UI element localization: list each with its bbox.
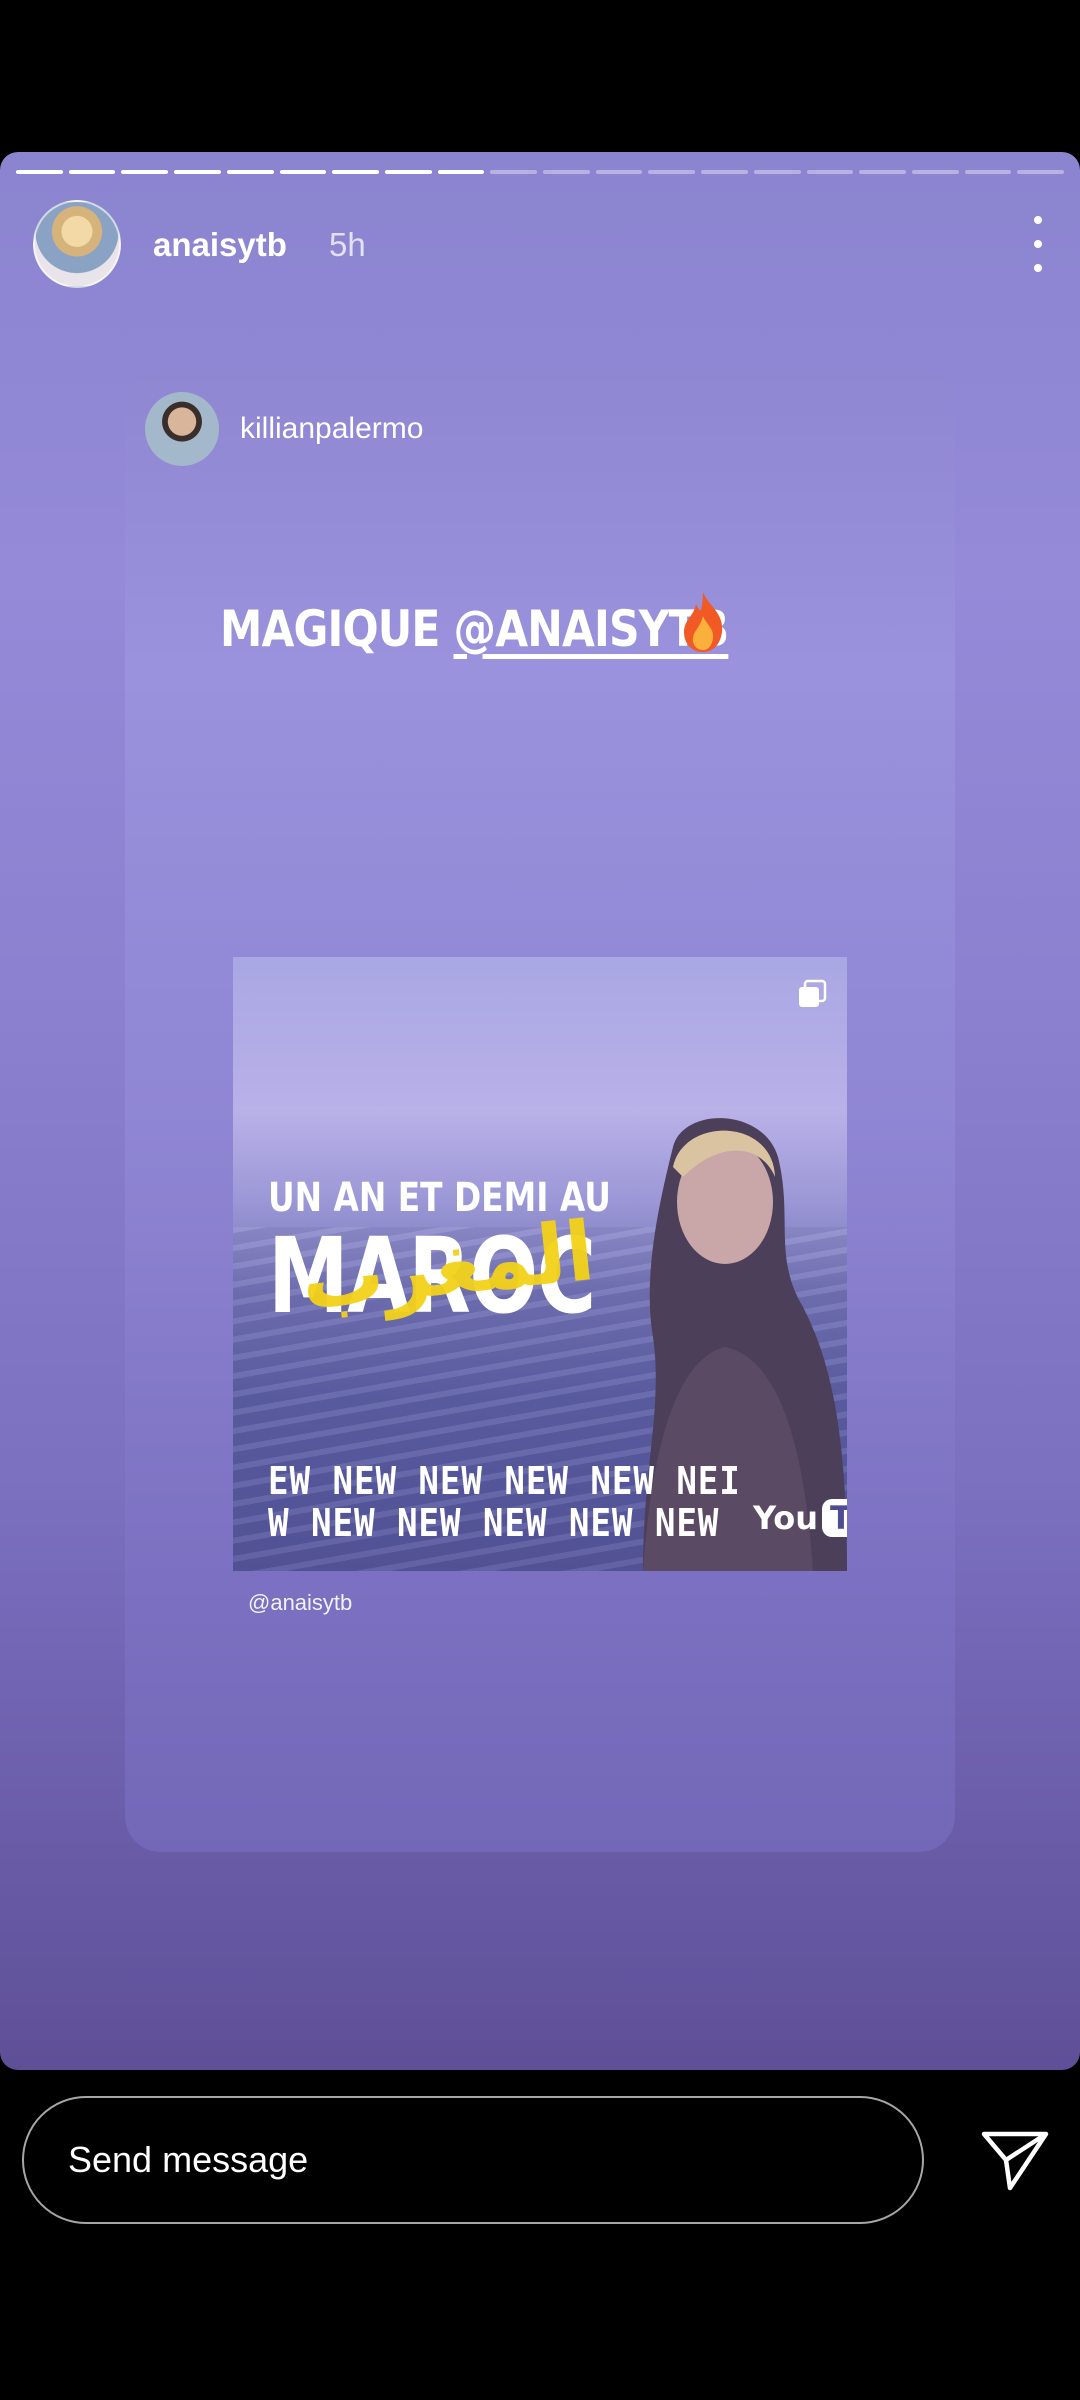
progress-segment	[543, 170, 590, 174]
progress-segment	[16, 170, 63, 174]
copy-icon	[799, 979, 827, 1007]
post-credit-handle[interactable]: @anaisytb	[248, 1590, 352, 1616]
story-viewer[interactable]: anaisytb 5h killianpalermo MAGIQUE @ANAI…	[0, 152, 1080, 2070]
send-icon[interactable]	[980, 2130, 1050, 2192]
fire-icon	[684, 592, 723, 652]
youtube-tube: Tube	[822, 1499, 847, 1537]
story-progress-bar	[16, 170, 1065, 175]
more-icon[interactable]	[1018, 216, 1058, 272]
post-ticker-line-2: W NEW NEW NEW NEW NEW	[268, 1501, 720, 1545]
progress-segment	[384, 170, 432, 174]
progress-segment	[490, 170, 538, 174]
youtube-logo: You Tube	[753, 1499, 847, 1537]
progress-segment	[859, 170, 906, 174]
progress-segment	[648, 170, 696, 174]
shared-avatar[interactable]	[145, 392, 219, 466]
send-message-input[interactable]	[22, 2096, 924, 2224]
progress-segment	[279, 170, 327, 174]
progress-segment	[121, 170, 169, 174]
shared-username[interactable]: killianpalermo	[240, 412, 423, 446]
progress-segment	[964, 170, 1012, 174]
shared-post-image[interactable]: UN AN ET DEMI AU MAROC المغرب EW NEW NEW…	[233, 957, 847, 1571]
progress-segment	[753, 170, 801, 174]
avatar[interactable]	[33, 200, 121, 288]
progress-segment	[701, 170, 748, 174]
story-caption: MAGIQUE @ANAISYTB	[220, 600, 729, 658]
progress-segment	[1017, 170, 1065, 174]
post-ticker-line-1: EW NEW NEW NEW NEW NEI	[268, 1459, 741, 1503]
story-username[interactable]: anaisytb	[153, 226, 287, 264]
progress-segment	[437, 170, 485, 174]
progress-segment	[174, 170, 221, 174]
progress-segment	[68, 170, 116, 174]
progress-segment	[332, 170, 379, 174]
story-timestamp: 5h	[329, 226, 366, 263]
shared-story-card[interactable]: killianpalermo MAGIQUE @ANAISYTB UN AN E…	[125, 372, 955, 1852]
progress-segment	[595, 170, 643, 174]
progress-segment	[911, 170, 959, 174]
youtube-you: You	[753, 1499, 818, 1537]
progress-segment	[226, 170, 274, 174]
progress-segment	[806, 170, 854, 174]
story-header: anaisytb 5h	[0, 200, 1080, 292]
reply-bar	[0, 2070, 1080, 2400]
caption-text: MAGIQUE	[220, 600, 454, 658]
